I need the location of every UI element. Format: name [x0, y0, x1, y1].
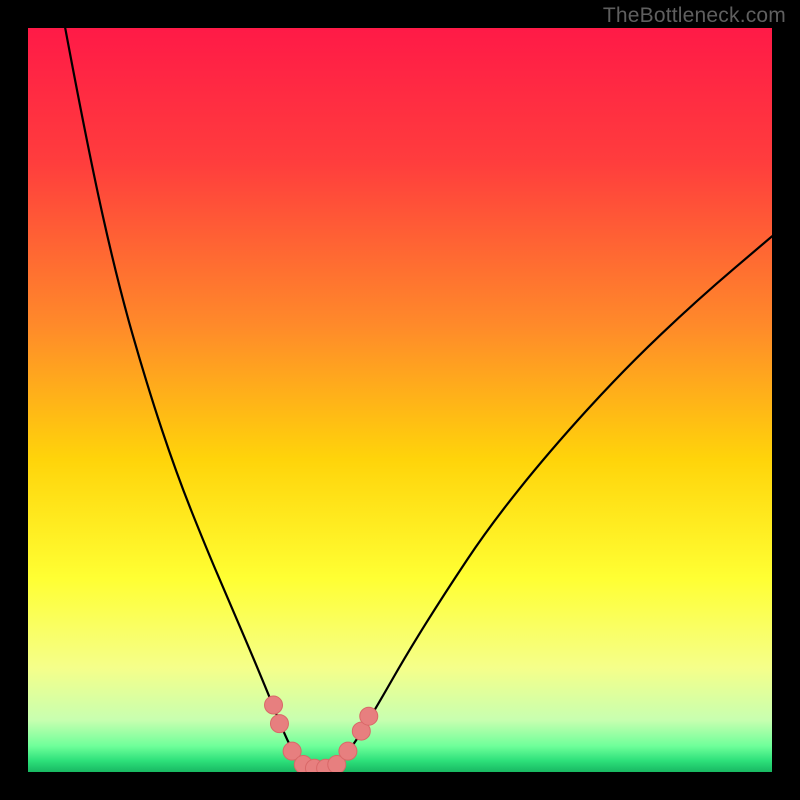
watermark-text: TheBottleneck.com — [603, 4, 786, 28]
chart-frame: TheBottleneck.com — [0, 0, 800, 800]
marker-dot — [265, 696, 283, 714]
gradient-background — [28, 28, 772, 772]
marker-dot — [339, 742, 357, 760]
bottleneck-chart — [28, 28, 772, 772]
marker-dot — [270, 715, 288, 733]
plot-area — [28, 28, 772, 772]
marker-dot — [360, 707, 378, 725]
